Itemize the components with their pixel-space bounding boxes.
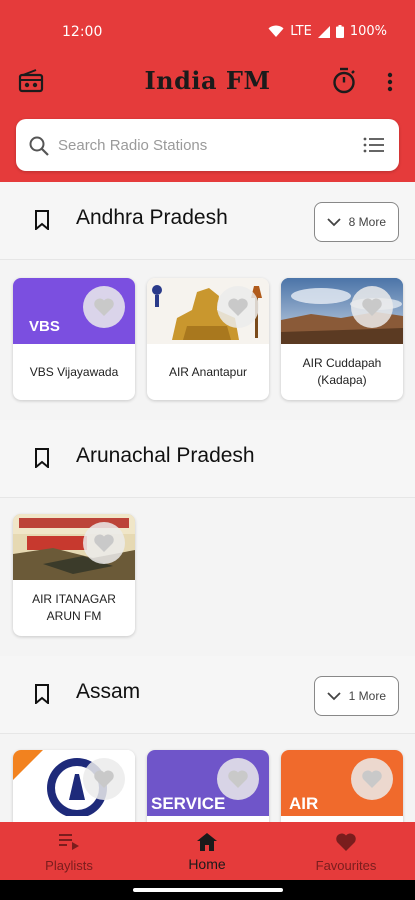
timer-icon bbox=[333, 67, 355, 94]
station-name: VBS Vijayawada bbox=[29, 364, 119, 379]
favourite-button[interactable] bbox=[217, 758, 259, 800]
more-button[interactable]: 8 More bbox=[313, 202, 399, 242]
station-card[interactable]: VBS VBS Vijayawada bbox=[13, 278, 135, 400]
heart-icon bbox=[228, 298, 248, 316]
stations-row-arunachal-pradesh: AIR ITANAGAR ARUN FM bbox=[0, 498, 415, 656]
thumbnail-text: VBS bbox=[29, 318, 60, 335]
station-card[interactable]: SERVICE bbox=[147, 750, 269, 822]
station-card[interactable]: AIR bbox=[281, 750, 403, 822]
thumbnail-text: SERVICE bbox=[151, 794, 226, 813]
section-header-andhra-pradesh: Andhra Pradesh 8 More bbox=[0, 182, 415, 260]
search-icon bbox=[29, 136, 49, 156]
status-bar: 12:00 LTE 100% bbox=[0, 0, 415, 62]
search-area bbox=[0, 104, 415, 182]
section-header-assam: Assam 1 More bbox=[0, 656, 415, 734]
station-name: AIR ITANAGAR ARUN FM bbox=[32, 592, 116, 623]
nav-label: Home bbox=[188, 856, 226, 872]
favourite-button[interactable] bbox=[217, 286, 259, 328]
chevron-down-icon bbox=[327, 692, 341, 701]
sleep-timer-button[interactable] bbox=[331, 67, 357, 95]
section-title: Andhra Pradesh bbox=[76, 206, 228, 229]
bookmark-icon[interactable] bbox=[34, 684, 50, 704]
gesture-bar bbox=[0, 880, 415, 900]
battery-icon bbox=[335, 25, 344, 38]
status-icons: LTE 100% bbox=[268, 24, 387, 39]
section-title: Assam bbox=[76, 680, 141, 703]
status-time: 12:00 bbox=[62, 24, 103, 40]
signal-icon bbox=[317, 25, 330, 38]
search-input[interactable] bbox=[58, 131, 348, 159]
more-label: 8 More bbox=[348, 215, 386, 229]
favourite-button[interactable] bbox=[351, 758, 393, 800]
search-box[interactable] bbox=[16, 119, 399, 171]
bookmark-icon[interactable] bbox=[34, 210, 50, 230]
favourite-button[interactable] bbox=[83, 758, 125, 800]
stations-row-assam: SERVICE AIR bbox=[0, 734, 415, 822]
bookmark-icon[interactable] bbox=[34, 448, 50, 468]
station-name: AIR Cuddapah (Kadapa) bbox=[302, 356, 382, 387]
section-header-arunachal-pradesh: Arunachal Pradesh bbox=[0, 420, 415, 498]
section-title: Arunachal Pradesh bbox=[76, 444, 255, 467]
favourite-button[interactable] bbox=[83, 286, 125, 328]
heart-icon bbox=[94, 770, 114, 788]
heart-icon bbox=[94, 534, 114, 552]
nav-label: Favourites bbox=[315, 858, 377, 873]
chevron-down-icon bbox=[327, 218, 341, 227]
favourite-button[interactable] bbox=[351, 286, 393, 328]
more-label: 1 More bbox=[348, 689, 386, 703]
heart-icon bbox=[228, 770, 248, 788]
battery-percent: 100% bbox=[349, 24, 387, 39]
nav-favourites[interactable]: Favourites bbox=[277, 822, 415, 880]
home-icon bbox=[197, 833, 217, 851]
thumbnail-text: AIR bbox=[289, 794, 319, 813]
heart-icon bbox=[336, 833, 356, 851]
station-card[interactable]: AIR ITANAGAR ARUN FM bbox=[13, 514, 135, 636]
overflow-menu-button[interactable] bbox=[379, 68, 401, 96]
nav-label: Playlists bbox=[45, 858, 93, 873]
app-bar: India FM bbox=[0, 62, 415, 104]
stations-row-andhra-pradesh: VBS VBS Vijayawada AIR Anantapur AIR Cud… bbox=[0, 260, 415, 420]
more-button[interactable]: 1 More bbox=[313, 676, 399, 716]
network-label: LTE bbox=[290, 24, 312, 39]
heart-icon bbox=[362, 770, 382, 788]
more-vert-icon bbox=[387, 72, 393, 92]
bottom-navigation: Playlists Home Favourites bbox=[0, 822, 415, 880]
station-name: AIR Anantapur bbox=[168, 364, 248, 379]
station-card[interactable]: AIR Cuddapah (Kadapa) bbox=[281, 278, 403, 400]
station-card[interactable]: AIR Anantapur bbox=[147, 278, 269, 400]
station-card[interactable] bbox=[13, 750, 135, 822]
list-view-icon[interactable] bbox=[363, 135, 385, 155]
wifi-icon bbox=[268, 25, 284, 38]
nav-home[interactable]: Home bbox=[138, 822, 276, 880]
favourite-button[interactable] bbox=[83, 522, 125, 564]
heart-icon bbox=[94, 298, 114, 316]
nav-playlists[interactable]: Playlists bbox=[0, 822, 138, 880]
heart-icon bbox=[362, 298, 382, 316]
home-indicator[interactable] bbox=[133, 888, 283, 892]
playlist-icon bbox=[59, 834, 79, 850]
